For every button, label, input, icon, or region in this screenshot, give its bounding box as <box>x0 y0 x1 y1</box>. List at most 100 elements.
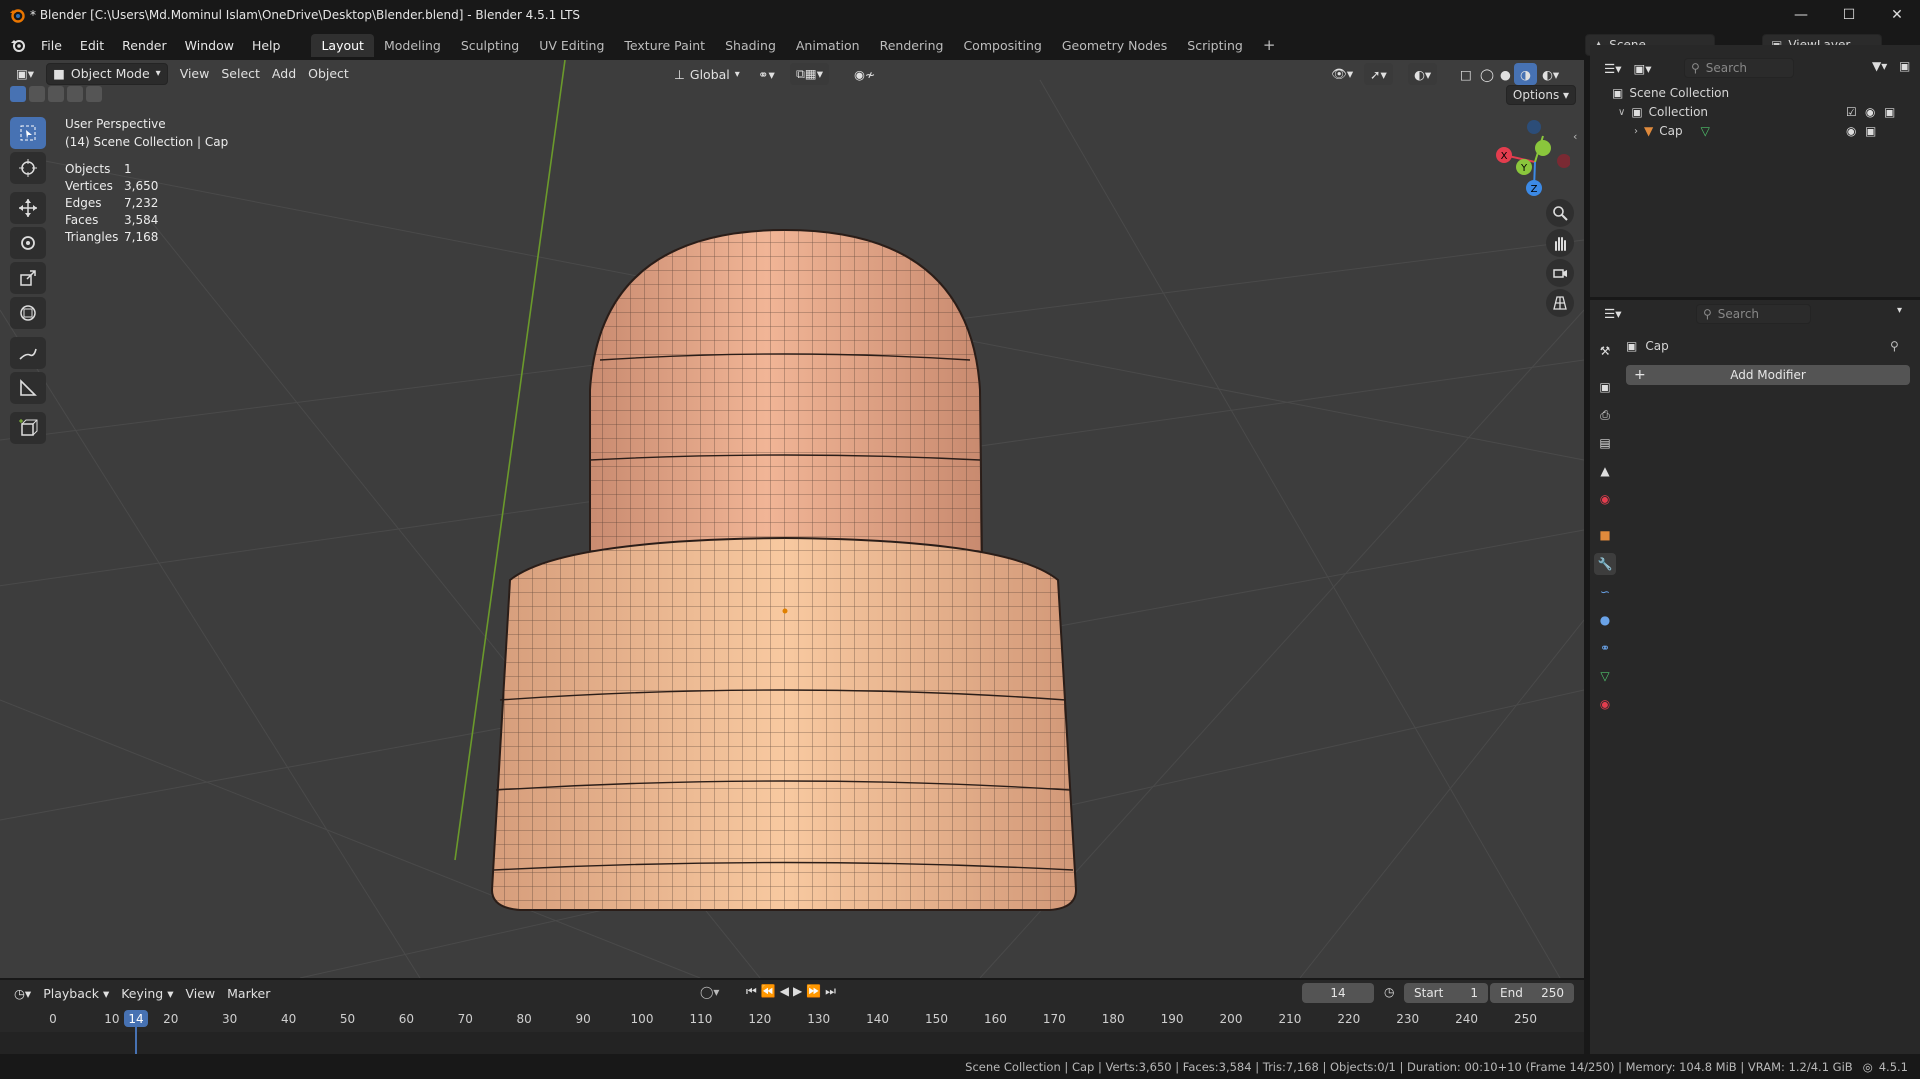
tab-scripting[interactable]: Scripting <box>1177 34 1253 57</box>
mode-selector[interactable]: ■ Object Mode ▾ <box>46 62 168 85</box>
filter-icon[interactable]: ▼▾ <box>1872 59 1887 73</box>
blender-menu-icon[interactable] <box>10 37 26 53</box>
select-box-icon[interactable] <box>10 117 46 149</box>
tab-uv-editing[interactable]: UV Editing <box>529 34 614 57</box>
material-tab-icon[interactable]: ◉ <box>1594 693 1616 715</box>
view-layer-tab-icon[interactable]: ▤ <box>1594 432 1616 454</box>
current-frame-field[interactable]: 14 <box>1302 983 1374 1003</box>
material-shading-icon[interactable]: ◑ <box>1514 63 1537 85</box>
playhead-frame-badge[interactable]: 14 <box>124 1010 148 1027</box>
outliner-item-scene-collection[interactable]: ▣ Scene Collection <box>1612 84 1912 102</box>
end-frame-field[interactable]: End 250 <box>1490 983 1574 1003</box>
outliner-search-input[interactable]: ⚲ Search <box>1684 58 1794 78</box>
properties-search-input[interactable]: ⚲ Search <box>1696 304 1811 324</box>
select-extend-icon[interactable] <box>29 86 45 102</box>
editor-type-icon[interactable]: ▣▾ <box>10 63 40 85</box>
pin-icon[interactable]: ⚲ <box>1890 339 1899 353</box>
zoom-icon[interactable] <box>1546 199 1574 227</box>
tab-sculpting[interactable]: Sculpting <box>451 34 529 57</box>
menu-render[interactable]: Render <box>113 38 176 53</box>
wrench-icon[interactable]: 🔧 <box>1594 553 1616 575</box>
select-invert-icon[interactable] <box>67 86 83 102</box>
outliner-item-cap[interactable]: › ▼ Cap ▽ ◉ ▣ <box>1634 122 1914 140</box>
add-workspace-button[interactable]: + <box>1253 32 1286 58</box>
visibility-icon[interactable]: 👁▾ <box>1325 63 1359 85</box>
object-tab-icon[interactable]: ■ <box>1594 524 1616 546</box>
tab-animation[interactable]: Animation <box>786 34 870 57</box>
transform-icon[interactable] <box>10 297 46 329</box>
overlay-toggle-icon[interactable]: ◐▾ <box>1408 63 1438 85</box>
output-tab-icon[interactable]: ⎙ <box>1594 404 1616 426</box>
tab-shading[interactable]: Shading <box>715 34 786 57</box>
menu-file[interactable]: File <box>32 38 71 53</box>
timeline-menu-playback[interactable]: Playback ▾ <box>37 982 115 1004</box>
timeline-menu-marker[interactable]: Marker <box>221 982 276 1004</box>
chevron-right-icon[interactable]: › <box>1634 126 1638 137</box>
viewport-menu-select[interactable]: Select <box>215 63 266 85</box>
select-intersect-icon[interactable] <box>86 86 102 102</box>
tool-tab-icon[interactable]: ⚒ <box>1594 340 1616 362</box>
mesh-data-icon[interactable]: ▽ <box>1701 124 1710 138</box>
grid-icon[interactable] <box>1546 289 1574 317</box>
select-new-icon[interactable] <box>10 86 26 102</box>
eye-icon[interactable]: ◉ <box>1846 124 1856 138</box>
transform-orientation-selector[interactable]: ⊥ Global ▾ <box>668 63 746 85</box>
timeline-menu-view[interactable]: View <box>179 982 221 1004</box>
camera-restrict-icon[interactable]: ▣ <box>1865 124 1876 138</box>
move-icon[interactable] <box>10 192 46 224</box>
options-button[interactable]: Options ▾ <box>1506 85 1576 105</box>
menu-help[interactable]: Help <box>243 38 290 53</box>
hand-icon[interactable] <box>1546 229 1574 257</box>
menu-window[interactable]: Window <box>176 38 243 53</box>
add-modifier-button[interactable]: + Add Modifier <box>1626 365 1910 385</box>
start-frame-field[interactable]: Start 1 <box>1404 983 1488 1003</box>
camera-restrict-icon[interactable]: ▣ <box>1884 105 1895 119</box>
viewport-menu-add[interactable]: Add <box>266 63 302 85</box>
chevron-down-icon[interactable]: ∨ <box>1618 107 1625 118</box>
outliner-editor-icon[interactable]: ☰▾ <box>1598 57 1627 79</box>
mesh-data-tab-icon[interactable]: ▽ <box>1594 665 1616 687</box>
gizmo-toggle-icon[interactable]: ➚▾ <box>1364 63 1393 85</box>
measure-icon[interactable] <box>10 372 46 404</box>
timeline-editor-icon[interactable]: ◷▾ <box>8 982 37 1004</box>
annotate-icon[interactable] <box>10 337 46 369</box>
timer-icon[interactable]: ◷ <box>1384 985 1394 999</box>
close-button[interactable]: ✕ <box>1874 0 1920 30</box>
snap-icon[interactable]: ⧉▦▾ <box>790 63 830 85</box>
add-cube-icon[interactable] <box>10 412 46 444</box>
physics-tab-icon[interactable]: ● <box>1594 609 1616 631</box>
new-collection-icon[interactable]: ▣ <box>1899 59 1910 73</box>
chevron-down-icon[interactable]: ▾ <box>1897 305 1902 316</box>
pivot-icon[interactable]: ⚭▾ <box>752 63 781 85</box>
tab-layout[interactable]: Layout <box>311 33 374 57</box>
auto-key-icon[interactable]: ◯▾ <box>700 985 719 999</box>
maximize-button[interactable]: ☐ <box>1826 0 1872 30</box>
select-subtract-icon[interactable] <box>48 86 64 102</box>
timeline-track-area[interactable] <box>0 1032 1584 1054</box>
tab-rendering[interactable]: Rendering <box>870 34 954 57</box>
scene-tab-icon[interactable]: ▲ <box>1594 460 1616 482</box>
outliner-item-collection[interactable]: ∨ ▣ Collection ☑ ◉ ▣ <box>1618 103 1918 121</box>
properties-editor-icon[interactable]: ☰▾ <box>1598 302 1627 324</box>
scale-icon[interactable] <box>10 262 46 294</box>
display-mode-icon[interactable]: ▣▾ <box>1627 57 1657 79</box>
camera-icon[interactable] <box>1546 259 1574 287</box>
tab-texture-paint[interactable]: Texture Paint <box>614 34 715 57</box>
menu-edit[interactable]: Edit <box>71 38 113 53</box>
3d-viewport[interactable] <box>0 60 1584 978</box>
tab-compositing[interactable]: Compositing <box>953 34 1051 57</box>
proportional-edit-icon[interactable]: ◉≁ <box>848 63 881 85</box>
play-icon[interactable]: ⏮⏪◀▶⏩⏭ <box>746 984 840 999</box>
tab-geometry-nodes[interactable]: Geometry Nodes <box>1052 34 1177 57</box>
particles-tab-icon[interactable]: ∽ <box>1594 581 1616 603</box>
rotate-icon[interactable] <box>10 227 46 259</box>
rendered-shading-icon[interactable]: ◐▾ <box>1536 63 1565 85</box>
tab-modeling[interactable]: Modeling <box>374 34 451 57</box>
cursor-icon[interactable] <box>10 152 46 184</box>
viewport-menu-view[interactable]: View <box>174 63 216 85</box>
checkbox-icon[interactable]: ☑ <box>1846 105 1857 119</box>
eye-icon[interactable]: ◉ <box>1865 105 1875 119</box>
world-tab-icon[interactable]: ◉ <box>1594 488 1616 510</box>
timeline-menu-keying[interactable]: Keying ▾ <box>115 982 179 1004</box>
viewport-menu-object[interactable]: Object <box>302 63 355 85</box>
